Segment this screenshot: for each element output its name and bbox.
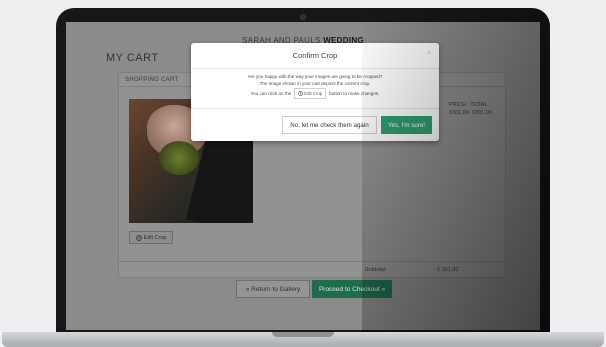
total-header: TOTAL: [470, 102, 490, 108]
inline-edit-crop-button: Edit Crop [294, 88, 327, 99]
crop-icon [298, 91, 304, 96]
modal-line3-after: button to make changes. [329, 91, 380, 96]
laptop-base [2, 332, 604, 347]
total-value: €301.00 [471, 110, 492, 116]
modal-header: Confirm Crop × [191, 43, 439, 69]
browser-screen: SARAH AND PAULS WEDDING MY CART SHOPPING… [66, 22, 540, 330]
modal-line3-before: You can click on the [250, 91, 292, 96]
close-icon[interactable]: × [427, 50, 431, 57]
confirm-crop-modal: Confirm Crop × Are you happy with the wa… [191, 43, 439, 141]
return-to-gallery-button[interactable]: « Return to Gallery [236, 280, 310, 298]
price-columns: PRICE: TOTAL: €301.00 €301.00 [449, 101, 492, 117]
crop-icon [135, 234, 142, 241]
camera-dot [300, 14, 306, 20]
subtotal-row: Subtotal: € 301.00 [119, 261, 507, 273]
edit-crop-button[interactable]: Edit Crop [129, 231, 173, 244]
modal-message-line-3: You can click on the Edit Crop button to… [191, 88, 439, 99]
modal-message-line-1: Are you happy with the way your images a… [247, 74, 383, 79]
edit-crop-label: Edit Crop [143, 234, 167, 241]
subtotal-label: Subtotal: [365, 267, 387, 273]
laptop-mockup: SARAH AND PAULS WEDDING MY CART SHOPPING… [0, 0, 606, 347]
modal-footer: No, let me check them again Yes, I'm sur… [191, 109, 439, 141]
modal-body: Are you happy with the way your images a… [191, 69, 439, 109]
modal-message-line-2: The image shown in your cart depicts the… [259, 81, 371, 86]
proceed-to-checkout-button[interactable]: Proceed to Checkout » [312, 280, 392, 298]
price-value: €301.00 [449, 110, 469, 116]
photo-leaves-shape [159, 141, 199, 175]
yes-confirm-button[interactable]: Yes, I'm sure! [381, 116, 432, 134]
price-header: PRICE: [449, 102, 468, 108]
subtotal-value: € 301.00 [437, 267, 459, 273]
no-check-again-button[interactable]: No, let me check them again [282, 116, 377, 134]
laptop-notch [272, 332, 334, 337]
modal-title: Confirm Crop [292, 51, 338, 60]
page-title: MY CART [106, 52, 159, 64]
inline-edit-crop-label: Edit Crop [304, 91, 323, 96]
